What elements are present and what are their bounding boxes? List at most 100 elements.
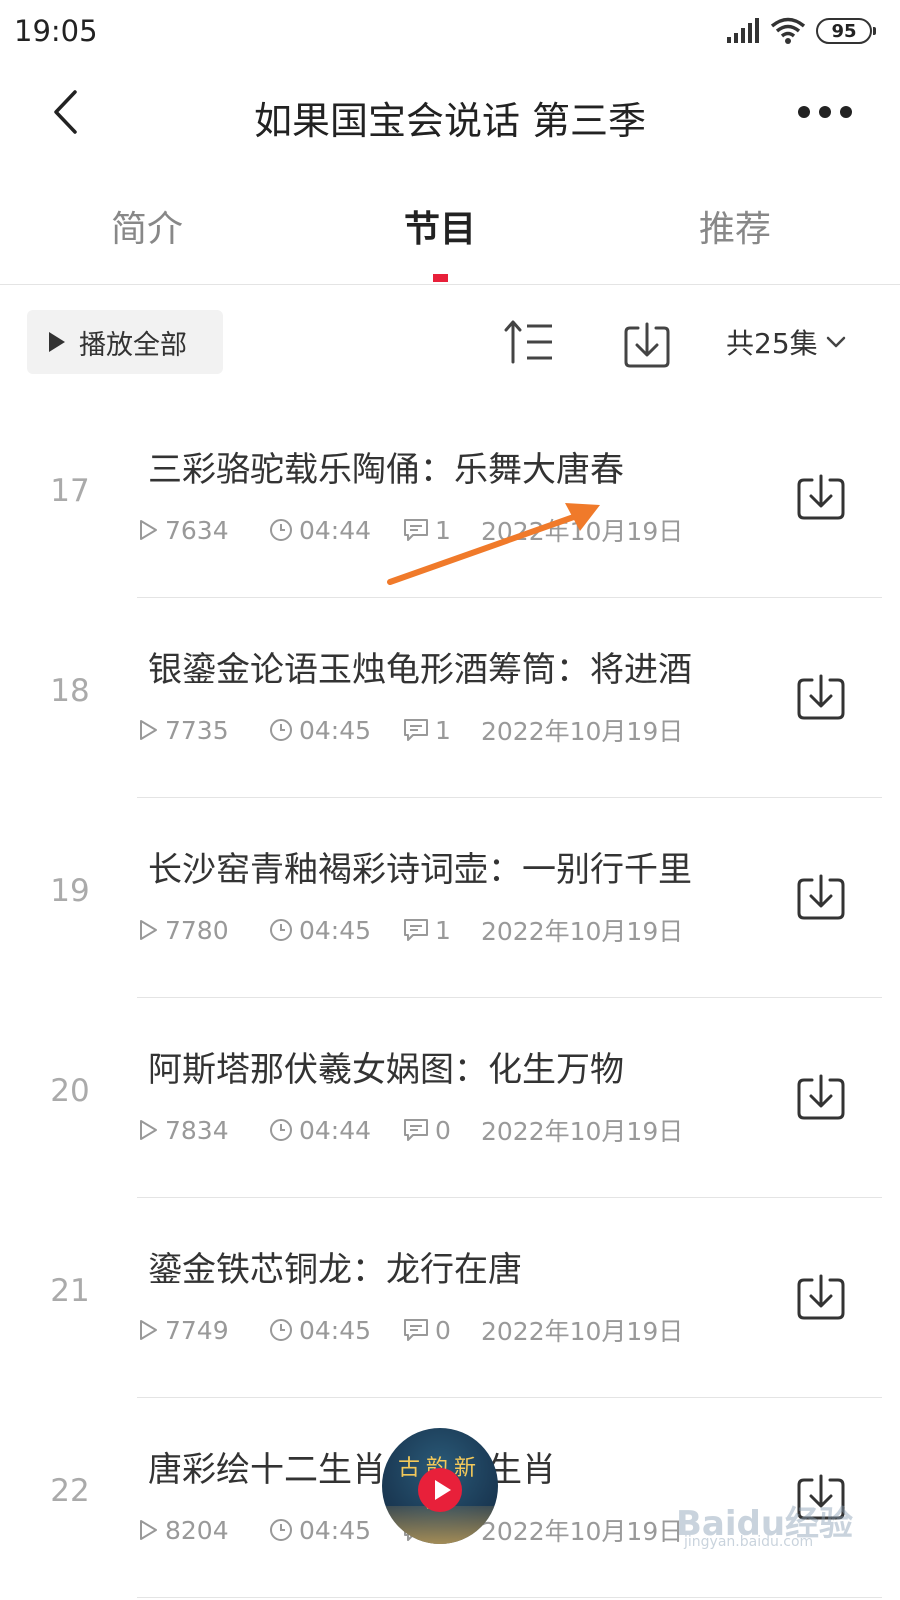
download-all-button[interactable] [622, 320, 672, 370]
clock-icon [270, 919, 292, 941]
play-icon [418, 1468, 462, 1512]
publish-date: 2022年10月19日 [481, 917, 684, 946]
row-divider [137, 1596, 882, 1598]
comment-icon [404, 1119, 428, 1141]
comment-count-value: 0 [435, 1115, 451, 1145]
clock-icon [270, 519, 292, 541]
clock-icon [270, 719, 292, 741]
publish-date: 2022年10月19日 [481, 1117, 684, 1146]
comment-count-value: 1 [435, 915, 451, 945]
comment-count: 0 [403, 1316, 481, 1345]
episode-row[interactable]: 17 三彩骆驼载乐陶俑：乐舞大唐春 7634 04:44 1 2022年10月1… [0, 398, 900, 598]
comment-count-value: 1 [435, 515, 451, 545]
tabs-divider [0, 284, 900, 285]
episode-number: 20 [50, 1073, 90, 1109]
download-icon [797, 874, 845, 920]
play-count: 7749 [137, 1316, 269, 1345]
duration-value: 04:44 [299, 515, 372, 545]
tab-intro[interactable]: 简介 [47, 200, 247, 252]
download-icon [624, 322, 670, 368]
duration-value: 04:45 [299, 915, 372, 945]
episode-row[interactable]: 21 鎏金铁芯铜龙：龙行在唐 7749 04:45 0 2022年10月19日 [0, 1198, 900, 1398]
episode-meta: 7780 04:45 1 2022年10月19日 [137, 912, 683, 948]
play-count-value: 7749 [165, 1315, 229, 1345]
sort-icon [504, 320, 552, 364]
top-app-bar: 如果国宝会说话 第三季 [0, 62, 900, 166]
comment-count-value: 1 [435, 715, 451, 745]
play-icon [49, 332, 65, 352]
play-count-value: 7634 [165, 515, 229, 545]
duration: 04:45 [269, 916, 403, 945]
episode-download-button[interactable] [795, 1272, 847, 1322]
more-dot-icon [840, 106, 852, 118]
play-count-value: 7735 [165, 715, 229, 745]
episode-title[interactable]: 阿斯塔那伏羲女娲图：化生万物 [148, 1042, 624, 1091]
episode-title[interactable]: 银鎏金论语玉烛龟形酒筹筒：将进酒 [148, 642, 692, 691]
play-outline-icon [140, 520, 157, 540]
wifi-icon [770, 17, 806, 44]
page-title: 如果国宝会说话 第三季 [253, 99, 647, 143]
play-count-value: 7780 [165, 915, 229, 945]
play-count: 7780 [137, 916, 269, 945]
episode-title[interactable]: 鎏金铁芯铜龙：龙行在唐 [148, 1242, 522, 1291]
comment-icon [404, 1319, 428, 1341]
publish-date: 2022年10月19日 [481, 1317, 684, 1346]
episode-meta: 7735 04:45 1 2022年10月19日 [137, 712, 683, 748]
clock-icon [270, 1319, 292, 1341]
episode-title[interactable]: 三彩骆驼载乐陶俑：乐舞大唐春 [148, 442, 624, 491]
episode-download-button[interactable] [795, 472, 847, 522]
episode-download-button[interactable] [795, 1072, 847, 1122]
signal-icon [727, 18, 759, 43]
comment-icon [404, 919, 428, 941]
duration: 04:44 [269, 1116, 403, 1145]
tab-programs[interactable]: 节目 [340, 200, 540, 252]
duration-value: 04:44 [299, 1115, 372, 1145]
episode-title[interactable]: 长沙窑青釉褐彩诗词壶：一别行千里 [148, 842, 692, 891]
episode-meta: 7749 04:45 0 2022年10月19日 [137, 1312, 683, 1348]
play-outline-icon [140, 1320, 157, 1340]
comment-icon [404, 519, 428, 541]
episode-number: 22 [50, 1473, 90, 1509]
episode-count-label: 共25集 [726, 327, 818, 360]
comment-count: 1 [403, 716, 481, 745]
episode-meta: 7634 04:44 1 2022年10月19日 [137, 512, 683, 548]
active-tab-indicator [433, 274, 448, 282]
play-count-value: 8204 [165, 1515, 229, 1545]
episode-row[interactable]: 19 长沙窑青釉褐彩诗词壶：一别行千里 7780 04:45 1 2022年10… [0, 798, 900, 998]
play-all-button[interactable]: 播放全部 [27, 310, 223, 374]
duration-value: 04:45 [299, 715, 372, 745]
baidu-watermark: Baidu经验 jingyan.baidu.com [676, 1496, 856, 1552]
play-count-value: 7834 [165, 1115, 229, 1145]
sort-button[interactable] [503, 318, 555, 366]
publish-date: 2022年10月19日 [481, 1517, 684, 1546]
duration-value: 04:45 [299, 1315, 372, 1345]
episode-row[interactable]: 20 阿斯塔那伏羲女娲图：化生万物 7834 04:44 0 2022年10月1… [0, 998, 900, 1198]
play-count: 8204 [137, 1516, 269, 1545]
more-options-button[interactable] [790, 92, 860, 132]
episode-number: 17 [50, 473, 90, 509]
play-outline-icon [140, 1120, 157, 1140]
download-icon [797, 1074, 845, 1120]
comment-count: 1 [403, 916, 481, 945]
floating-player[interactable]: 古韵新声 [382, 1428, 498, 1544]
comment-count: 0 [403, 1116, 481, 1145]
episode-meta: 7834 04:44 0 2022年10月19日 [137, 1112, 683, 1148]
play-count: 7735 [137, 716, 269, 745]
episode-download-button[interactable] [795, 672, 847, 722]
comment-icon [404, 719, 428, 741]
episode-download-button[interactable] [795, 872, 847, 922]
list-toolbar: 播放全部 共25集 [0, 308, 900, 376]
episode-count-selector[interactable]: 共25集 [726, 322, 846, 362]
tab-bar: 简介 节目 推荐 [0, 186, 900, 286]
episode-row[interactable]: 18 银鎏金论语玉烛龟形酒筹筒：将进酒 7735 04:45 1 2022年10… [0, 598, 900, 798]
episode-number: 18 [50, 673, 90, 709]
duration-value: 04:45 [299, 1515, 372, 1545]
tab-recommend[interactable]: 推荐 [635, 200, 835, 252]
episode-number: 19 [50, 873, 90, 909]
duration: 04:45 [269, 1316, 403, 1345]
battery-indicator: 95 [816, 18, 876, 44]
chevron-down-icon [826, 336, 845, 348]
episode-number: 21 [50, 1273, 90, 1309]
publish-date: 2022年10月19日 [481, 717, 684, 746]
comment-count-value: 0 [435, 1315, 451, 1345]
